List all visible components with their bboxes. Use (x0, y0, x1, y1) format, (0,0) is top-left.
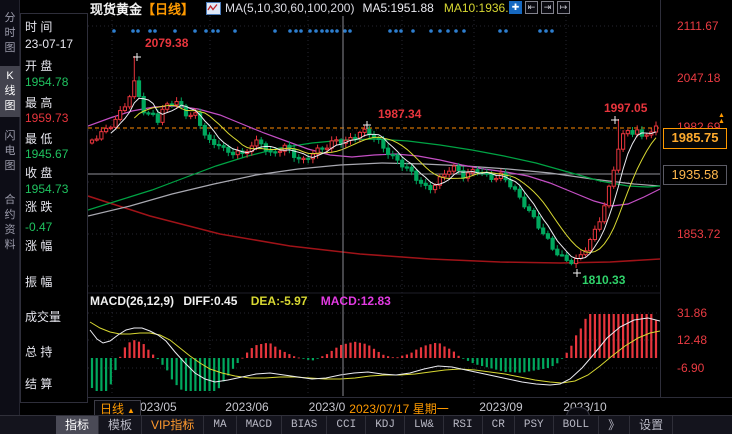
info-settlement-label: 结 算 (25, 377, 53, 391)
info-close-value: 1954.73 (25, 182, 69, 196)
info-open-label: 开 盘 (25, 59, 53, 73)
tab-rsi[interactable]: RSI (444, 416, 483, 434)
price-annotation: 2079.38 (145, 36, 189, 50)
tab-boll[interactable]: BOLL (554, 416, 600, 434)
tab-vip-indicator[interactable]: VIP指标 (142, 416, 205, 434)
info-low-label: 最 低 (25, 132, 53, 146)
y-axis-label: 31.86 (677, 306, 708, 320)
sidebar-tab-kline[interactable]: K 线 图 (0, 66, 20, 117)
tab-bias[interactable]: BIAS (282, 416, 328, 434)
tab-ma[interactable]: MA (204, 416, 237, 434)
tab-cci[interactable]: CCI (327, 416, 367, 434)
macd-diff-value: DIFF:0.45 (183, 294, 238, 308)
y-axis-label: 12.48 (677, 333, 708, 347)
info-change-label: 涨 跌 (25, 200, 53, 214)
tab-bar-spacer (0, 416, 56, 434)
y-axis-label: 1853.72 (677, 227, 721, 241)
tab-lw[interactable]: LW& (405, 416, 444, 434)
y-axis-label: -6.90 (677, 361, 705, 375)
info-change-value: -0.47 (25, 220, 53, 234)
info-high-label: 最 高 (25, 96, 53, 110)
info-amplitude-label: 振 幅 (25, 275, 53, 289)
tab-settings[interactable]: 设置 (630, 416, 674, 434)
x-axis-label: 2023/06 (225, 400, 269, 414)
macd-macd-value: MACD:12.83 (320, 294, 391, 308)
sidebar-tab-lightning[interactable]: 闪 电 图 (0, 126, 20, 177)
chart-type-sidebar: 分 时 图 K 线 图闪 电 图合 约 资 料 (0, 0, 20, 415)
y-axis-label: 2111.67 (677, 19, 719, 33)
info-time-label: 时 间 (25, 20, 53, 34)
tab-more[interactable]: 》 (599, 416, 631, 434)
tab-macd[interactable]: MACD (237, 416, 282, 434)
scroll-up-arrows-icon[interactable]: ▲ ▲ (718, 112, 725, 125)
tab-cr[interactable]: CR (483, 416, 515, 434)
period-selector-label: 日线 (100, 402, 125, 416)
sidebar-tab-time-share[interactable]: 分 时 图 (0, 8, 20, 59)
tab-template[interactable]: 模板 (99, 416, 143, 434)
price-annotation: 1997.05 (604, 101, 648, 115)
y-axis-label: 2047.18 (677, 71, 721, 85)
period-selector-arrow-icon: ▲ (127, 406, 135, 415)
quote-info-panel: 时 间 23-07-17 开 盘 1954.78 最 高 1959.73 最 低 1945.6… (20, 13, 88, 403)
indicator-tab-bar: 指标 模板 VIP指标 MA MACD BIAS CCI KDJ LW& RSI CR PSY BOLL… (0, 415, 732, 434)
price-axis: 2111.67 2047.18 1982.69 1853.72 31.86 12.48 -6… (660, 0, 732, 397)
info-open-value: 1954.78 (25, 75, 69, 89)
tab-indicator[interactable]: 指标 (56, 416, 100, 434)
macd-title: MACD(26,12,9) (90, 294, 175, 308)
sidebar-tab-contract-info[interactable]: 合 约 资 料 (0, 190, 20, 256)
current-price-box: 1985.75 (663, 128, 727, 149)
trading-terminal-window: 分 时 图 K 线 图闪 电 图合 约 资 料 时 间 23-07-17 开 盘 195… (0, 0, 732, 434)
x-axis-label: 2023/09 (479, 400, 523, 414)
info-low-value: 1945.67 (25, 147, 69, 161)
info-high-value: 1959.73 (25, 111, 69, 125)
info-close-label: 收 盘 (25, 166, 53, 180)
x-axis-label: 2023/0 (308, 400, 346, 414)
tab-kdj[interactable]: KDJ (366, 416, 406, 434)
info-open-interest-label: 总 持 (25, 345, 53, 359)
price-chart-canvas[interactable]: 2079.38 1987.34 1997.05 1810.33 (88, 0, 660, 397)
macd-indicator-header: MACD(26,12,9) DIFF:0.45 DEA:-5.97 MACD:1… (90, 294, 391, 308)
info-volume-label: 成交量 (25, 310, 62, 324)
info-change-pct-label: 涨 幅 (25, 239, 53, 253)
info-time-value: 23-07-17 (25, 37, 74, 51)
time-axis: 2023/05 2023/06 2023/0 2023/07/17 星期一 2023/0… (88, 397, 732, 417)
tab-psy[interactable]: PSY (515, 416, 554, 434)
macd-dea-value: DEA:-5.97 (250, 294, 308, 308)
price-annotation: 1810.33 (582, 273, 626, 287)
price-annotation: 1987.34 (378, 107, 422, 121)
hline-price-box: 1935.58 (663, 165, 727, 185)
